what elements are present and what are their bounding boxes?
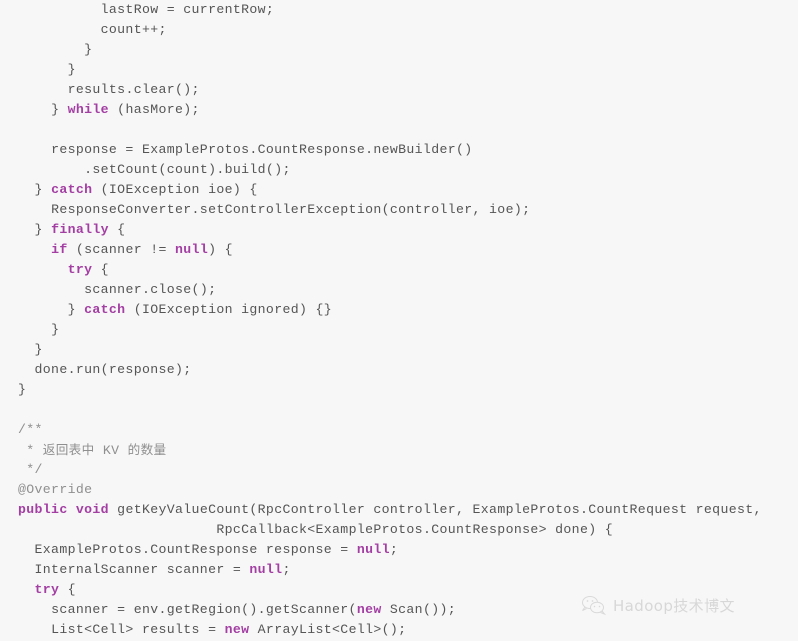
code-line: } finally {: [0, 220, 798, 240]
code-text: Scan());: [381, 602, 456, 617]
code-keyword: catch: [51, 182, 93, 197]
code-text: }: [18, 382, 27, 397]
code-line: ResponseConverter.setControllerException…: [0, 200, 798, 220]
code-line: try {: [0, 260, 798, 280]
code-line: scanner.close();: [0, 280, 798, 300]
code-line: }: [0, 380, 798, 400]
code-line: * 返回表中 KV 的数量: [0, 440, 798, 460]
code-text: RpcCallback<ExampleProtos.CountResponse>…: [216, 522, 614, 537]
code-line: ExampleProtos.CountResponse response = n…: [0, 540, 798, 560]
code-listing: lastRow = currentRow; count++; } } resul…: [0, 0, 798, 640]
code-text: }: [84, 42, 93, 57]
code-text: {: [92, 262, 109, 277]
code-keyword: finally: [51, 222, 109, 237]
code-text: }: [51, 102, 68, 117]
code-line: }: [0, 340, 798, 360]
code-text: }: [67, 302, 85, 317]
code-keyword: new: [356, 602, 382, 617]
code-line: */: [0, 460, 798, 480]
code-keyword: if: [51, 242, 68, 257]
code-keyword: while: [67, 102, 109, 117]
code-comment: */: [18, 462, 43, 477]
code-text: getKeyValueCount(RpcController controlle…: [108, 502, 762, 517]
code-text: (IOException ioe) {: [92, 182, 258, 197]
code-line: response = ExampleProtos.CountResponse.n…: [0, 140, 798, 160]
code-text: done.run(response);: [34, 362, 192, 377]
code-text: (IOException ignored) {}: [125, 302, 333, 317]
code-line: @Override: [0, 480, 798, 500]
code-text: List<Cell> results =: [51, 622, 225, 637]
code-keyword: null: [175, 242, 209, 257]
code-text: count++;: [100, 22, 167, 37]
code-line: if (scanner != null) {: [0, 240, 798, 260]
code-line: lastRow = currentRow;: [0, 0, 798, 20]
code-text: ;: [282, 562, 291, 577]
code-keyword: catch: [84, 302, 126, 317]
code-screenshot: lastRow = currentRow; count++; } } resul…: [0, 0, 798, 641]
code-line: scanner = env.getRegion().getScanner(new…: [0, 600, 798, 620]
code-text: }: [34, 222, 52, 237]
code-text: }: [51, 322, 60, 337]
code-comment: 返回表中: [42, 442, 95, 457]
code-text: ExampleProtos.CountResponse response =: [34, 542, 357, 557]
code-line: }: [0, 40, 798, 60]
code-text: }: [67, 62, 76, 77]
code-line: results.clear();: [0, 80, 798, 100]
code-text: scanner.close();: [84, 282, 217, 297]
code-text: scanner = env.getRegion().getScanner(: [51, 602, 357, 617]
code-line: .setCount(count).build();: [0, 160, 798, 180]
code-text: }: [34, 342, 43, 357]
code-line: public void getKeyValueCount(RpcControll…: [0, 500, 798, 520]
code-text: response = ExampleProtos.CountResponse.n…: [51, 142, 473, 157]
code-text: {: [59, 582, 76, 597]
code-text: ResponseConverter.setControllerException…: [51, 202, 531, 217]
code-text: }: [34, 182, 52, 197]
code-keyword: new: [224, 622, 250, 637]
code-text: results.clear();: [67, 82, 200, 97]
code-line: } catch (IOException ioe) {: [0, 180, 798, 200]
code-text: {: [108, 222, 126, 237]
code-line: } while (hasMore);: [0, 100, 798, 120]
code-comment: KV: [94, 443, 128, 458]
code-text: InternalScanner scanner =: [34, 562, 250, 577]
code-text: ;: [389, 542, 399, 557]
code-comment: *: [18, 443, 43, 458]
code-line: try {: [0, 580, 798, 600]
code-text: lastRow = currentRow;: [100, 2, 275, 17]
code-keyword: try: [34, 582, 60, 597]
code-text: .setCount(count).build();: [84, 162, 291, 177]
code-keyword: null: [356, 542, 390, 557]
code-line: } catch (IOException ignored) {}: [0, 300, 798, 320]
code-line: List<Cell> results = new ArrayList<Cell>…: [0, 620, 798, 640]
code-comment: @Override: [18, 482, 93, 497]
code-keyword: try: [67, 262, 93, 277]
code-line: count++;: [0, 20, 798, 40]
code-line: /**: [0, 420, 798, 440]
code-line: }: [0, 60, 798, 80]
code-text: (scanner !=: [67, 242, 176, 257]
code-keyword: void: [75, 502, 109, 517]
code-keyword: null: [249, 562, 283, 577]
code-line: InternalScanner scanner = null;: [0, 560, 798, 580]
code-keyword: public: [18, 502, 68, 517]
code-line: done.run(response);: [0, 360, 798, 380]
code-comment: /**: [18, 422, 43, 437]
code-text: ) {: [208, 242, 233, 257]
code-text: ArrayList<Cell>();: [249, 622, 407, 637]
code-text: (hasMore);: [108, 102, 200, 117]
code-line: }: [0, 320, 798, 340]
code-line: RpcCallback<ExampleProtos.CountResponse>…: [0, 520, 798, 540]
code-comment: 的数量: [127, 442, 167, 457]
